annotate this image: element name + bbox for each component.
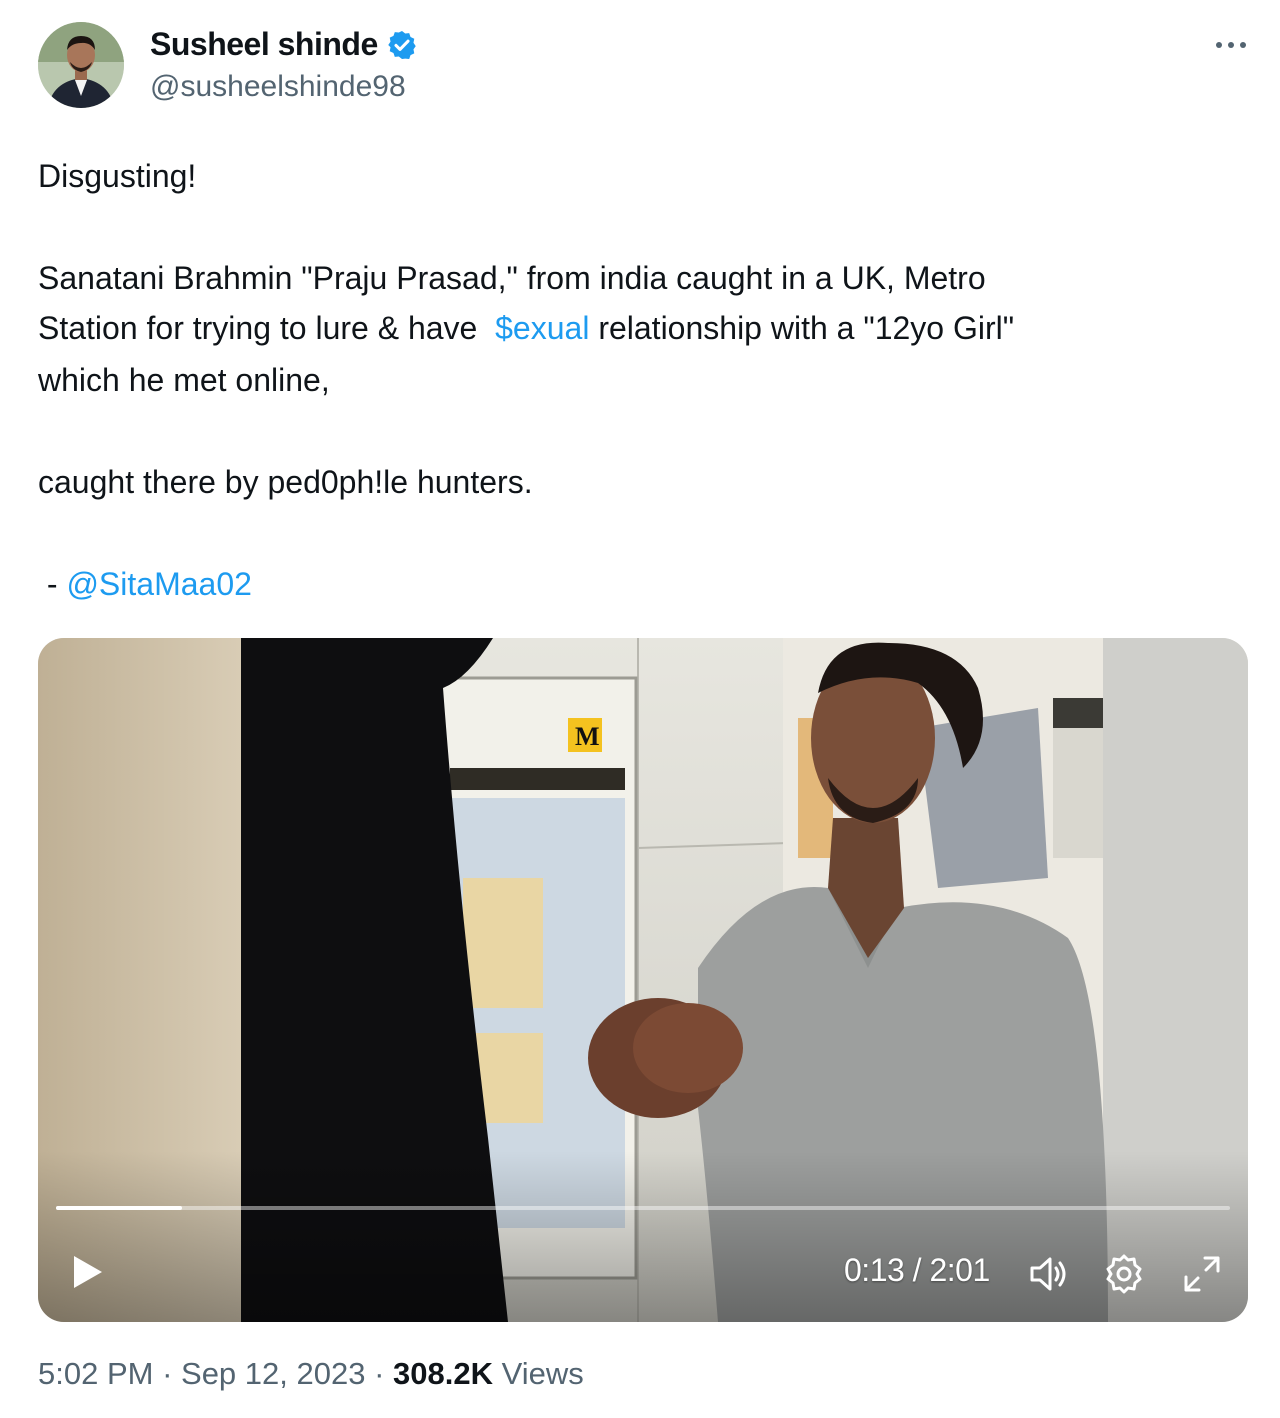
tweet-text-line-2: Sanatani Brahmin "Praju Prasad," from in… [38,260,986,296]
tweet-meta: 5:02 PM · Sep 12, 2023 · 308.2K Views [38,1356,584,1392]
video-progress-fill [56,1206,182,1210]
views-label: Views [501,1356,584,1391]
tweet-text-segment: Station for trying to lure & have [38,310,496,346]
tweet-date[interactable]: Sep 12, 2023 [181,1356,365,1391]
credit-prefix: - [38,566,67,602]
settings-icon[interactable] [1102,1252,1146,1296]
fullscreen-icon[interactable] [1180,1252,1224,1296]
author-name-row[interactable]: Susheel shinde [150,26,418,63]
meta-separator: · [153,1356,182,1391]
volume-icon[interactable] [1026,1252,1070,1296]
tweet-text-line-5: caught there by ped0ph!le hunters. [38,464,533,500]
video-frame: M [38,638,1248,1322]
tweet-text-segment: relationship with a "12yo Girl" [589,310,1015,346]
video-progress-bar[interactable] [56,1206,1230,1210]
views-count: 308.2K [393,1356,493,1391]
more-icon[interactable] [1208,32,1254,58]
tweet-text-line-3: Station for trying to lure & have $exual… [38,302,1014,354]
tweet-text-line-4: which he met online, [38,362,330,398]
author-handle[interactable]: @susheelshinde98 [150,70,406,104]
avatar[interactable] [38,22,124,108]
avatar-image [38,22,124,108]
cashtag-link[interactable]: $exual [495,310,589,346]
tweet-text-line-1: Disgusting! [38,158,197,194]
tweet-credit: - @SitaMaa02 [38,558,252,610]
video-time: 0:13 / 2:01 [844,1252,990,1288]
video-player[interactable]: M [38,638,1248,1322]
tweet-card: Susheel shinde @susheelshinde98 Disgusti… [0,0,1280,1418]
mention-link[interactable]: @SitaMaa02 [66,566,251,602]
tweet-time[interactable]: 5:02 PM [38,1356,153,1391]
play-icon[interactable] [68,1252,108,1292]
verified-badge-icon [388,30,416,59]
display-name[interactable]: Susheel shinde [150,26,378,63]
meta-separator: · [365,1356,394,1391]
